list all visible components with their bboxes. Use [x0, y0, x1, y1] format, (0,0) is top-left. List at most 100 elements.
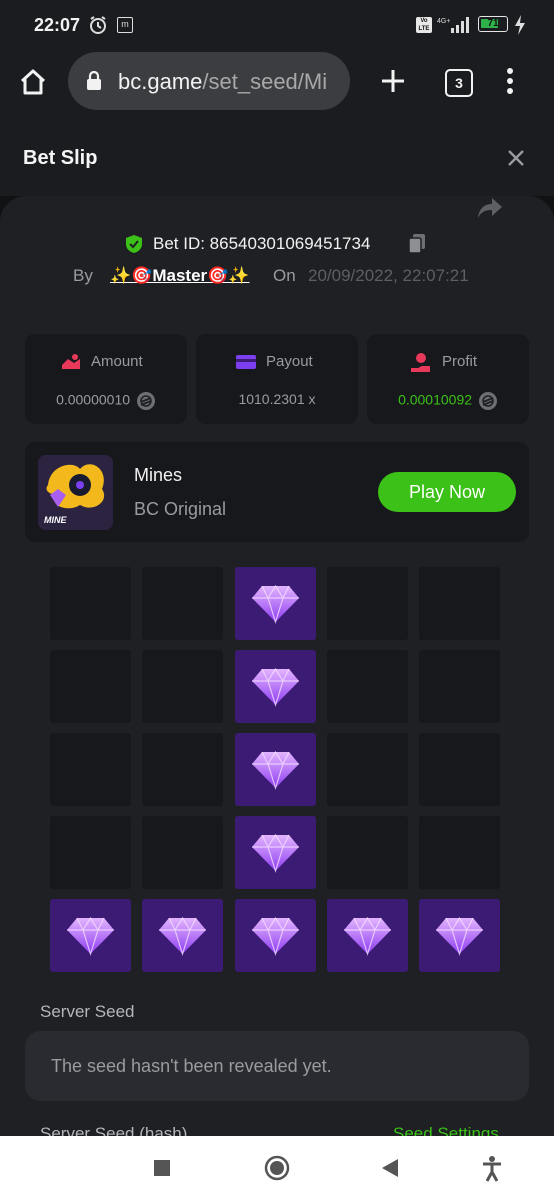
nav-home-button[interactable] — [263, 1154, 291, 1187]
alarm-icon — [88, 15, 108, 40]
payout-box: Payout 1010.2301 x — [196, 334, 358, 424]
empty-tile — [327, 816, 408, 889]
battery-percent: 71 — [487, 18, 499, 29]
gem-icon — [67, 916, 114, 957]
close-icon — [508, 150, 524, 166]
thumbnail-label: MINE — [44, 515, 67, 525]
home-icon — [20, 69, 46, 95]
address-bar[interactable]: bc.game/set_seed/Mi — [68, 52, 350, 110]
copy-button[interactable] — [407, 233, 427, 260]
empty-tile — [327, 567, 408, 640]
profit-value: 0.00010092 — [398, 391, 473, 408]
by-label: By — [73, 266, 93, 285]
server-seed-field: The seed hasn't been revealed yet. — [25, 1031, 529, 1101]
verified-shield-icon — [124, 234, 144, 259]
profit-icon — [410, 352, 432, 379]
bet-slip-header: Bet Slip — [0, 122, 554, 196]
profit-label: Profit — [442, 353, 478, 370]
status-time: 22:07 — [34, 15, 81, 35]
gem-tile — [419, 899, 500, 972]
bet-owner-row: By ✨🎯Master🎯✨ On 20/09/2022, 22:07:21 — [0, 266, 554, 290]
back-button[interactable] — [380, 1154, 400, 1187]
volte-icon: Vo LTE — [416, 17, 432, 33]
empty-tile — [50, 816, 131, 889]
empty-tile — [327, 650, 408, 723]
amount-box: Amount 0.00000010 — [25, 334, 187, 424]
payout-value: 1010.2301 x — [238, 391, 316, 407]
empty-tile — [419, 733, 500, 806]
url-path: /set_seed/Mi — [202, 69, 328, 94]
page-title: Bet Slip — [23, 147, 98, 169]
copy-icon — [408, 234, 425, 254]
coin-icon — [478, 392, 497, 410]
share-icon — [478, 198, 502, 218]
recents-button[interactable] — [153, 1154, 171, 1187]
gem-icon — [436, 916, 483, 957]
more-vertical-icon — [507, 68, 513, 94]
profit-box: Profit 0.00010092 — [367, 334, 529, 424]
signal-icon: 4G+ — [437, 16, 471, 39]
tab-switcher-button[interactable]: 3 — [445, 69, 473, 97]
amount-label: Amount — [91, 353, 143, 370]
share-button[interactable] — [476, 196, 504, 225]
gem-icon — [252, 750, 299, 791]
accessibility-button[interactable] — [481, 1154, 503, 1187]
bet-date: 20/09/2022, 22:07:21 — [308, 266, 469, 285]
payout-icon — [235, 353, 257, 376]
network-type-label: 4G+ — [437, 18, 450, 25]
gem-tile — [50, 899, 131, 972]
charging-icon — [514, 15, 526, 40]
empty-tile — [419, 567, 500, 640]
play-now-button[interactable]: Play Now — [378, 472, 516, 512]
game-card: MINE Mines BC Original Play Now — [25, 442, 529, 542]
new-tab-button[interactable] — [380, 68, 406, 99]
back-triangle-icon — [382, 1159, 398, 1177]
lock-icon — [86, 70, 102, 96]
empty-tile — [50, 733, 131, 806]
browser-menu-button[interactable] — [505, 67, 515, 100]
game-title: Mines — [134, 465, 183, 485]
close-button[interactable] — [506, 148, 526, 173]
gem-tile — [142, 899, 223, 972]
profit-value-row: 0.00010092 — [367, 391, 529, 411]
server-seed-label: Server Seed — [40, 1002, 135, 1021]
url-text: bc.game/set_seed/Mi — [118, 69, 340, 95]
home-button[interactable] — [18, 67, 48, 102]
empty-tile — [142, 733, 223, 806]
amount-value: 0.00000010 — [56, 391, 131, 408]
url-host: bc.game — [118, 69, 203, 94]
gem-tile — [235, 567, 316, 640]
plus-icon — [382, 70, 404, 92]
empty-tile — [327, 733, 408, 806]
circle-icon — [264, 1155, 290, 1181]
system-nav-bar — [0, 1136, 554, 1200]
square-icon — [154, 1160, 170, 1176]
gem-tile — [235, 733, 316, 806]
gem-icon — [252, 667, 299, 708]
empty-tile — [142, 650, 223, 723]
gem-icon — [252, 916, 299, 957]
battery-icon: 71 — [478, 16, 508, 32]
status-bar: 22:07 m Vo LTE 4G+ 71 — [0, 0, 554, 50]
coin-icon — [136, 392, 155, 410]
empty-tile — [142, 816, 223, 889]
on-label: On — [273, 266, 296, 285]
gem-tile — [235, 816, 316, 889]
payout-label: Payout — [266, 353, 313, 370]
gem-icon — [252, 584, 299, 625]
bet-id: Bet ID: 86540301069451734 — [153, 234, 371, 253]
user-name-link[interactable]: ✨🎯Master🎯✨ — [110, 266, 249, 286]
accessibility-icon — [483, 1156, 501, 1182]
bet-detail-card: Bet ID: 86540301069451734 By ✨🎯Master🎯✨ … — [0, 196, 554, 1143]
amount-icon — [60, 353, 82, 378]
empty-tile — [50, 650, 131, 723]
empty-tile — [142, 567, 223, 640]
bet-id-row: Bet ID: 86540301069451734 — [0, 232, 554, 256]
server-seed-value: The seed hasn't been revealed yet. — [51, 1056, 332, 1076]
empty-tile — [419, 816, 500, 889]
gem-icon — [159, 916, 206, 957]
mines-game-thumbnail[interactable]: MINE — [38, 455, 113, 530]
gem-tile — [235, 650, 316, 723]
browser-toolbar: bc.game/set_seed/Mi 3 — [0, 50, 554, 122]
amount-value-row: 0.00000010 — [25, 391, 187, 411]
